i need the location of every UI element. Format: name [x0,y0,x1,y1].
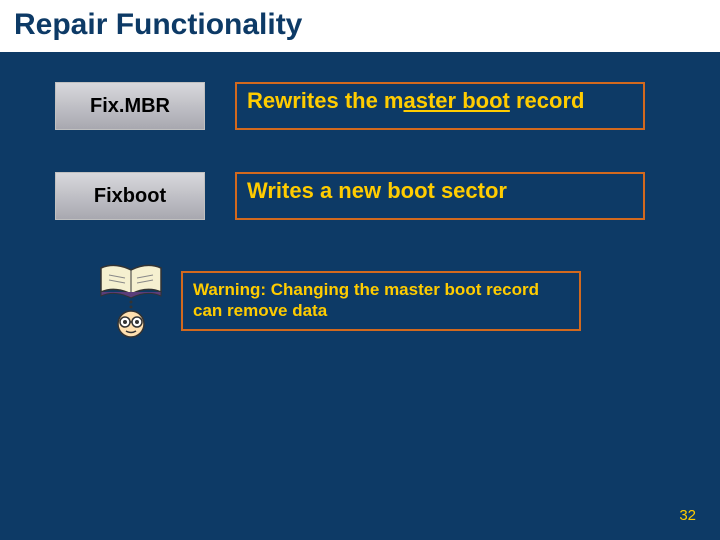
desc-text: record [510,88,585,113]
desc-text: Writes a new boot sector [247,178,507,203]
title-bar: Repair Functionality [0,0,720,52]
command-row: Fix.MBR Rewrites the master boot record [55,82,670,130]
page-number: 32 [679,507,696,524]
desc-text: Rewrites the m [247,88,404,113]
command-box-fixboot: Fixboot [55,172,205,220]
description-box: Writes a new boot sector [235,172,645,220]
command-box-fixmbr: Fix.MBR [55,82,205,130]
description-box: Rewrites the master boot record [235,82,645,130]
reader-clipart-icon [95,262,167,340]
warning-text: Warning: Changing the master boot record… [193,280,539,320]
desc-link: aster boot [404,88,510,113]
slide-content: Fix.MBR Rewrites the master boot record … [0,52,720,340]
warning-box: Warning: Changing the master boot record… [181,271,581,332]
slide-title: Repair Functionality [14,8,706,42]
warning-section: Warning: Changing the master boot record… [95,262,670,340]
command-row: Fixboot Writes a new boot sector [55,172,670,220]
